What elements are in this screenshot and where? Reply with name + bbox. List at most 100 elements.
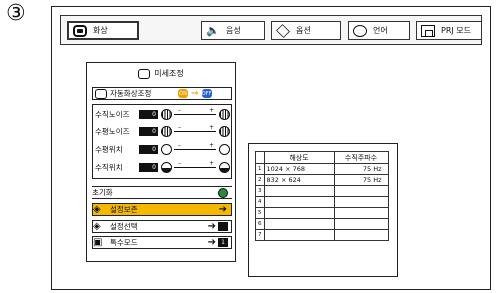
fine-sync-icon bbox=[138, 68, 151, 79]
special-mode-label: 특수모드 bbox=[110, 238, 138, 247]
step-number: ③ bbox=[6, 1, 26, 26]
special-mode-icon: ▣ bbox=[93, 236, 103, 248]
adjust-value: 0 bbox=[139, 127, 158, 136]
vertical-lines-icon bbox=[161, 109, 172, 120]
adjust-row-horizontal-position[interactable]: 수평위치 0 bbox=[95, 142, 235, 156]
adjust-row-vertical-noise[interactable]: 수직노이즈 0 bbox=[95, 107, 235, 121]
panel-title-text: 미세조정 bbox=[154, 69, 184, 78]
adjust-label: 수직노이즈 bbox=[95, 110, 130, 119]
prj-icon bbox=[421, 24, 435, 37]
adjust-slider[interactable] bbox=[174, 107, 216, 115]
diamond-arrow-icon: ◈ bbox=[93, 220, 101, 232]
projector-screen: 화상 🔈 음성 옵션 언어 PRJ 모드 미세조정 자동화상조정 ON ⇒ OF… bbox=[51, 6, 491, 290]
table-header-row: 해상도 수직주파수 bbox=[255, 151, 389, 164]
row-resolution bbox=[263, 185, 335, 197]
row-frequency bbox=[333, 218, 389, 230]
row-frequency bbox=[333, 196, 389, 208]
adjust-value: 0 bbox=[139, 145, 158, 154]
save-setting-label: 설정보존 bbox=[110, 205, 138, 214]
adjust-value: 0 bbox=[139, 163, 158, 172]
adjust-row-horizontal-noise[interactable]: 수평노이즈 0 bbox=[95, 124, 235, 138]
horizontal-lines-icon bbox=[161, 126, 172, 137]
row-resolution: 832 × 624 bbox=[263, 174, 335, 186]
table-row[interactable]: 5 bbox=[255, 207, 389, 219]
row-resolution bbox=[263, 196, 335, 208]
auto-sync-icon bbox=[95, 88, 107, 99]
table-row[interactable]: 2 832 × 624 75 Hz bbox=[255, 174, 389, 186]
vertical-position-icon bbox=[161, 162, 172, 173]
off-badge[interactable]: OFF bbox=[201, 89, 212, 98]
adjust-label: 수평위치 bbox=[95, 145, 123, 154]
row-resolution bbox=[263, 229, 335, 241]
tab-options[interactable]: 옵션 bbox=[271, 21, 341, 40]
row-num: 4 bbox=[255, 196, 265, 208]
table-row[interactable]: 1 1024 × 768 75 Hz bbox=[255, 163, 389, 175]
resolution-table-panel: 해상도 수직주파수 1 1024 × 768 75 Hz 2 832 × 624… bbox=[248, 143, 398, 277]
row-num: 2 bbox=[255, 174, 265, 186]
menu-bar: 화상 🔈 음성 옵션 언어 PRJ 모드 bbox=[60, 15, 482, 45]
table-row[interactable]: 7 bbox=[255, 229, 389, 241]
adjust-slider[interactable] bbox=[174, 124, 216, 132]
select-setting-label: 설정선택 bbox=[110, 222, 138, 231]
vertical-lines-icon bbox=[219, 109, 230, 120]
auto-sync-row[interactable]: 자동화상조정 ON ⇒ OFF bbox=[92, 87, 232, 100]
reset-label: 초기화 bbox=[92, 188, 113, 197]
tab-label: 화상 bbox=[93, 26, 108, 35]
panel-title: 미세조정 bbox=[87, 68, 235, 79]
tab-label: 음성 bbox=[226, 26, 241, 35]
reset-row[interactable]: 초기화 bbox=[92, 186, 232, 199]
tab-prj-mode[interactable]: PRJ 모드 bbox=[416, 21, 482, 40]
tab-picture[interactable]: 화상 bbox=[67, 21, 139, 40]
tab-label: 옵션 bbox=[296, 26, 311, 35]
row-num: 5 bbox=[255, 207, 265, 219]
tab-label: PRJ 모드 bbox=[441, 26, 472, 35]
row-frequency: 75 Hz bbox=[333, 174, 389, 186]
table-row[interactable]: 3 bbox=[255, 185, 389, 197]
row-num: 6 bbox=[255, 218, 265, 230]
select-setting-row[interactable]: ◈ 설정선택 ➔ bbox=[92, 220, 232, 233]
row-resolution bbox=[263, 218, 335, 230]
horizontal-position-icon bbox=[219, 144, 230, 155]
row-resolution bbox=[263, 207, 335, 219]
table-row[interactable]: 4 bbox=[255, 196, 389, 208]
adjust-slider[interactable] bbox=[174, 142, 216, 150]
row-frequency: 75 Hz bbox=[333, 163, 389, 175]
header-resolution: 해상도 bbox=[263, 151, 335, 164]
special-mode-row[interactable]: ▣ 특수모드 ➔ 1 bbox=[92, 236, 232, 249]
adjust-label: 수직위치 bbox=[95, 163, 123, 172]
tab-language[interactable]: 언어 bbox=[348, 21, 410, 40]
speaker-icon: 🔈 bbox=[206, 23, 220, 37]
reset-icon bbox=[218, 187, 228, 198]
special-mode-box: 1 bbox=[218, 238, 228, 247]
vertical-position-icon bbox=[219, 162, 230, 173]
arrow-right-icon: ➔ bbox=[218, 204, 227, 215]
row-frequency bbox=[333, 229, 389, 241]
horizontal-position-icon bbox=[161, 144, 172, 155]
auto-sync-label: 자동화상조정 bbox=[110, 89, 152, 98]
adjust-slider[interactable] bbox=[174, 160, 216, 168]
row-num: 1 bbox=[255, 163, 265, 175]
diamond-arrow-icon: ◈ bbox=[93, 203, 101, 215]
header-frequency: 수직주파수 bbox=[333, 151, 389, 164]
adjustment-group: 수직노이즈 0 수평노이즈 0 수평위치 0 수직위치 bbox=[92, 104, 232, 179]
table-row[interactable]: 6 bbox=[255, 218, 389, 230]
adjust-label: 수평노이즈 bbox=[95, 127, 130, 136]
speech-bubble-icon bbox=[353, 24, 367, 37]
save-setting-row[interactable]: ◈ 설정보존 ➔ bbox=[92, 203, 232, 216]
tab-audio[interactable]: 🔈 음성 bbox=[201, 21, 265, 40]
resolution-table: 해상도 수직주파수 1 1024 × 768 75 Hz 2 832 × 624… bbox=[255, 151, 389, 241]
row-frequency bbox=[333, 207, 389, 219]
row-resolution: 1024 × 768 bbox=[263, 163, 335, 175]
on-badge[interactable]: ON bbox=[178, 89, 188, 98]
row-num: 7 bbox=[255, 229, 265, 241]
arrow-right-icon: ➔ bbox=[207, 221, 216, 232]
header-num bbox=[255, 151, 265, 164]
fine-sync-panel: 미세조정 자동화상조정 ON ⇒ OFF 수직노이즈 0 수평노이즈 0 bbox=[86, 62, 236, 262]
arrow-right-icon: ⇒ bbox=[191, 88, 199, 99]
row-num: 3 bbox=[255, 185, 265, 197]
screen-icon bbox=[73, 24, 87, 37]
row-frequency bbox=[333, 185, 389, 197]
horizontal-lines-icon bbox=[219, 126, 230, 137]
arrow-right-icon: ➔ bbox=[207, 237, 216, 248]
adjust-row-vertical-position[interactable]: 수직위치 0 bbox=[95, 160, 235, 174]
